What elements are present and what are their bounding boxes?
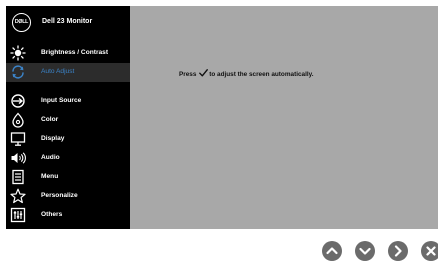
menu-item-personalize[interactable]: Personalize [6, 187, 130, 206]
dell-logo: DØLL [12, 13, 31, 32]
down-button[interactable] [355, 241, 375, 261]
menu-icon [12, 169, 24, 185]
close-button[interactable] [421, 241, 438, 261]
chevron-down-icon [359, 247, 371, 255]
chevron-up-icon [326, 247, 338, 255]
menu-item-menu[interactable]: Menu [6, 168, 130, 187]
others-icon [10, 207, 26, 223]
auto-adjust-instruction: Press to adjust the screen automatically… [179, 69, 314, 78]
menu-item-input-source[interactable]: Input Source [6, 92, 130, 111]
menu-label: Others [41, 211, 63, 218]
menu-label: Color [41, 116, 59, 123]
input-source-icon [11, 94, 25, 108]
menu-item-audio[interactable]: Audio [6, 149, 130, 168]
osd-window: DØLL Dell 23 Monitor Brightness / Contra… [6, 6, 438, 229]
osd-sidebar: DØLL Dell 23 Monitor Brightness / Contra… [6, 6, 130, 229]
color-icon [12, 112, 24, 128]
menu-label: Menu [41, 173, 59, 180]
audio-icon [11, 152, 26, 164]
instruction-prefix: Press [179, 71, 197, 78]
menu-label: Brightness / Contrast [41, 49, 109, 56]
menu-label: Auto Adjust [41, 68, 75, 75]
brightness-icon [10, 45, 26, 61]
menu-item-display[interactable]: Display [6, 130, 130, 149]
right-button[interactable] [388, 241, 408, 261]
menu-label: Display [41, 135, 65, 142]
menu-label: Audio [41, 154, 60, 161]
menu-label: Input Source [41, 97, 82, 104]
menu-item-brightness-contrast[interactable]: Brightness / Contrast [6, 44, 130, 63]
close-icon [426, 246, 436, 256]
auto-adjust-icon [12, 65, 24, 79]
menu-label: Personalize [41, 192, 78, 199]
instruction-suffix: to adjust the screen automatically. [209, 71, 314, 78]
display-icon [10, 132, 26, 146]
menu-item-color[interactable]: Color [6, 111, 130, 130]
monitor-title: Dell 23 Monitor [42, 18, 93, 25]
up-button[interactable] [322, 241, 342, 261]
osd-header: DØLL Dell 23 Monitor [6, 6, 130, 41]
menu-item-auto-adjust[interactable]: Auto Adjust [6, 63, 130, 82]
checkmark-icon [199, 69, 209, 77]
menu-item-others[interactable]: Others [6, 206, 130, 225]
personalize-icon [10, 188, 26, 204]
chevron-right-icon [394, 245, 402, 257]
